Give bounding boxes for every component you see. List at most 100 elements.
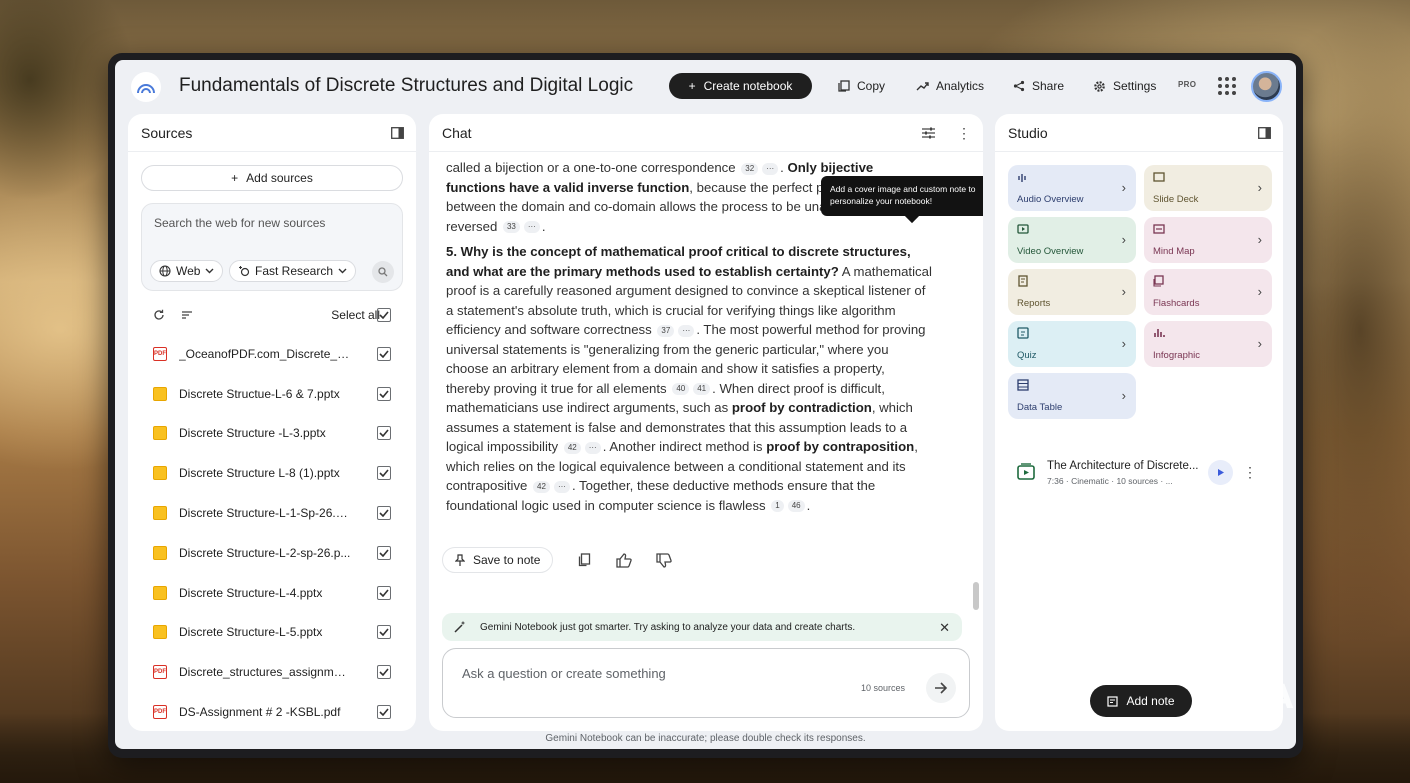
- studio-tile-reports[interactable]: Reports ›: [1008, 269, 1136, 315]
- source-checkbox[interactable]: [377, 545, 391, 560]
- check-icon: [379, 628, 389, 637]
- web-source-dropdown[interactable]: Web: [150, 260, 224, 282]
- research-mode-dropdown[interactable]: Fast Research: [229, 260, 357, 282]
- play-button[interactable]: [1208, 460, 1233, 485]
- collapse-panel-icon[interactable]: [1258, 126, 1271, 139]
- citation-more-chip[interactable]: ···: [584, 441, 601, 454]
- more-options-icon[interactable]: ⋮: [1243, 464, 1257, 481]
- data-table-icon: [1017, 379, 1029, 391]
- citation-chip[interactable]: 1: [771, 500, 784, 513]
- mind-map-icon: [1153, 224, 1165, 234]
- settings-button[interactable]: Settings: [1083, 73, 1166, 99]
- citation-chip[interactable]: 33: [502, 221, 520, 234]
- add-note-button[interactable]: Add note: [1090, 685, 1192, 717]
- source-checkbox[interactable]: [377, 585, 391, 600]
- source-item[interactable]: Discrete Structure-L-1-Sp-26.p...: [128, 493, 416, 533]
- create-notebook-button[interactable]: + Create notebook: [669, 73, 812, 99]
- studio-tile-flashcards[interactable]: Flashcards ›: [1144, 269, 1272, 315]
- web-search-input[interactable]: Search the web for new sources: [154, 216, 325, 230]
- close-icon[interactable]: ✕: [939, 620, 950, 636]
- chat-header: Chat ⋮: [429, 114, 983, 152]
- source-item[interactable]: Discrete Structure-L-4.pptx: [128, 573, 416, 613]
- source-item[interactable]: Discrete Structure -L-3.pptx: [128, 414, 416, 454]
- ask-input[interactable]: Ask a question or create something: [462, 666, 666, 681]
- source-item[interactable]: PDF Discrete_structures_assignmen...: [128, 652, 416, 692]
- select-all-label: Select all: [331, 308, 380, 322]
- citation-more-chip[interactable]: ···: [762, 162, 779, 175]
- slides-file-icon: [153, 506, 167, 521]
- analytics-label: Analytics: [936, 79, 985, 93]
- source-checkbox[interactable]: [377, 665, 391, 680]
- generated-video-item[interactable]: The Architecture of Discrete... 7:36 · C…: [1015, 455, 1265, 495]
- app-header: Fundamentals of Discrete Structures and …: [115, 60, 1296, 114]
- citation-chip[interactable]: 37: [657, 324, 675, 337]
- source-checkbox[interactable]: [377, 346, 391, 361]
- citation-chip[interactable]: 46: [787, 500, 805, 513]
- note-icon: [1107, 695, 1119, 707]
- send-button[interactable]: [926, 673, 956, 703]
- apps-grid-icon[interactable]: [1218, 77, 1236, 95]
- thumbs-up-icon[interactable]: [615, 551, 633, 569]
- sources-header: Sources: [128, 114, 416, 152]
- disclaimer-footer: Gemini Notebook can be inaccurate; pleas…: [545, 733, 866, 744]
- notebook-title[interactable]: Fundamentals of Discrete Structures and …: [179, 75, 633, 97]
- source-item[interactable]: PDF DS-Assignment # 2 -KSBL.pdf: [128, 692, 416, 731]
- source-item[interactable]: Discrete Structure-L-2-sp-26.p...: [128, 533, 416, 573]
- citation-more-chip[interactable]: ···: [678, 324, 695, 337]
- studio-tile-infographic[interactable]: Infographic ›: [1144, 321, 1272, 367]
- add-sources-button[interactable]: + Add sources: [141, 165, 403, 191]
- citation-chip[interactable]: 41: [693, 383, 711, 396]
- source-name: Discrete Structure-L-2-sp-26.p...: [179, 545, 351, 560]
- citation-more-chip[interactable]: ···: [553, 480, 570, 493]
- citation-chip[interactable]: 42: [533, 480, 550, 493]
- studio-tile-data-table[interactable]: Data Table ›: [1008, 373, 1136, 419]
- search-submit-button[interactable]: [372, 261, 394, 283]
- more-options-icon[interactable]: ⋮: [957, 126, 971, 140]
- studio-tile-quiz[interactable]: Quiz ›: [1008, 321, 1136, 367]
- check-icon: [379, 509, 389, 518]
- source-item[interactable]: Discrete Structure-L-5.pptx: [128, 613, 416, 653]
- studio-tile-label: Infographic: [1153, 350, 1201, 361]
- studio-tile-slide-deck[interactable]: Slide Deck ›: [1144, 165, 1272, 211]
- source-checkbox[interactable]: [377, 705, 391, 720]
- analytics-button[interactable]: Analytics: [906, 73, 994, 99]
- pro-badge: PRO: [1178, 80, 1197, 89]
- source-item[interactable]: Discrete Structure L-8 (1).pptx: [128, 453, 416, 493]
- thumbs-down-icon[interactable]: [655, 551, 673, 569]
- studio-tile-video-overview[interactable]: Video Overview ›: [1008, 217, 1136, 263]
- save-to-note-button[interactable]: Save to note: [442, 547, 554, 573]
- sort-icon[interactable]: [181, 310, 193, 320]
- chat-scrollbar[interactable]: [973, 582, 979, 610]
- collapse-panel-icon[interactable]: [391, 126, 404, 139]
- refresh-icon[interactable]: [153, 309, 165, 321]
- source-name: Discrete_structures_assignmen...: [179, 665, 351, 680]
- source-checkbox[interactable]: [377, 506, 391, 521]
- check-icon: [379, 549, 389, 557]
- slides-file-icon: [153, 585, 167, 600]
- studio-tile-label: Video Overview: [1017, 246, 1084, 257]
- source-item[interactable]: PDF _OceanofPDF.com_Discrete_Ma...: [128, 334, 416, 374]
- source-checkbox[interactable]: [377, 466, 391, 481]
- account-avatar[interactable]: [1251, 71, 1282, 102]
- source-item[interactable]: Discrete Structue-L-6 & 7.pptx: [128, 374, 416, 414]
- source-checkbox[interactable]: [377, 426, 391, 441]
- chevron-right-icon: ›: [1121, 284, 1126, 299]
- studio-tools-grid: Audio Overview › Slide Deck › Video Overview…: [1008, 165, 1273, 419]
- source-checkbox[interactable]: [377, 625, 391, 640]
- studio-tile-label: Audio Overview: [1017, 194, 1084, 205]
- sources-toolbar: Select all: [128, 296, 416, 334]
- citation-chip[interactable]: 40: [672, 383, 690, 396]
- chat-settings-sliders-icon[interactable]: [922, 127, 935, 139]
- citation-chip[interactable]: 32: [741, 162, 759, 175]
- citation-more-chip[interactable]: ···: [523, 221, 540, 234]
- source-checkbox[interactable]: [377, 386, 391, 401]
- source-name: Discrete Structure-L-5.pptx: [179, 625, 323, 640]
- copy-button[interactable]: Copy: [828, 73, 895, 99]
- citation-chip[interactable]: 42: [563, 441, 581, 454]
- notebook-logo-icon[interactable]: [131, 72, 161, 102]
- studio-tile-audio-overview[interactable]: Audio Overview ›: [1008, 165, 1136, 211]
- share-button[interactable]: Share: [1003, 73, 1074, 99]
- copy-response-icon[interactable]: [575, 551, 593, 569]
- studio-tile-mind-map[interactable]: Mind Map ›: [1144, 217, 1272, 263]
- select-all-checkbox[interactable]: [377, 308, 391, 322]
